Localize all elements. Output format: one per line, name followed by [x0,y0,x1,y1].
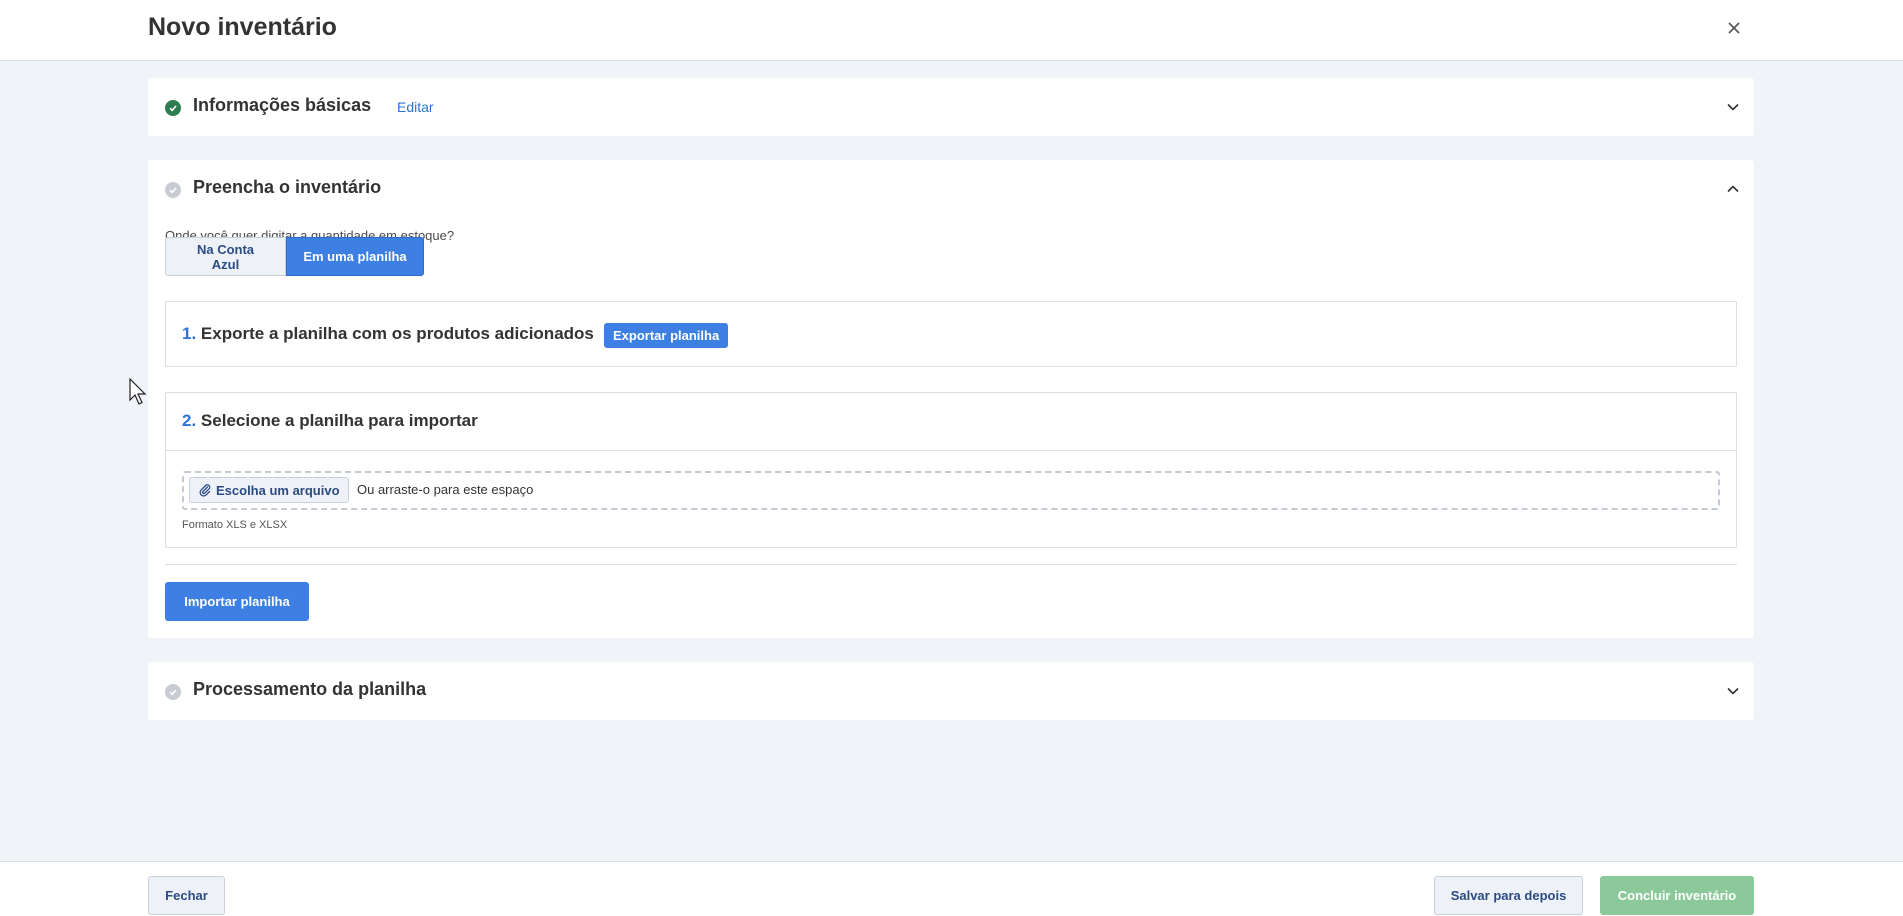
file-dropzone[interactable]: Escolha um arquivo Ou arraste-o para est… [182,471,1720,510]
edit-link[interactable]: Editar [397,99,434,115]
fill-inventory-panel: Preencha o inventário Onde você quer dig… [148,160,1754,638]
step-number: 1. [182,324,197,343]
close-button[interactable]: Fechar [148,876,225,915]
check-circle-icon [165,684,181,700]
check-circle-icon [165,100,181,116]
chevron-down-icon[interactable] [1724,682,1742,700]
fill-inventory-title: Preencha o inventário [193,177,382,197]
paperclip-icon [199,484,211,497]
processing-title: Processamento da planilha [193,679,427,699]
export-step-box: 1. Exporte a planilha com os produtos ad… [165,301,1737,367]
divider [166,450,1736,451]
option-conta-azul[interactable]: Na Conta Azul [165,237,286,276]
format-hint: Formato XLS e XLSX [182,519,288,531]
processing-header[interactable]: Processamento da planilha [148,662,1754,720]
export-step-title: 1. Exporte a planilha com os produtos ad… [182,324,594,344]
top-bar: Novo inventário [0,0,1903,61]
mouse-cursor-icon [129,378,147,405]
footer-bar: Fechar Salvar para depois Concluir inven… [0,861,1903,916]
step-text: Selecione a planilha para importar [200,411,478,430]
import-step-title: 2. Selecione a planilha para importar [182,411,478,431]
import-step-box: 2. Selecione a planilha para importar Es… [165,392,1737,548]
step-number: 2. [182,411,197,430]
fill-inventory-header[interactable]: Preencha o inventário [148,160,1754,218]
entry-mode-toggle: Na Conta Azul Em uma planilha [165,237,424,276]
close-icon[interactable] [1722,16,1746,40]
import-spreadsheet-button[interactable]: Importar planilha [165,582,309,621]
basic-info-title: Informações básicas [193,95,372,115]
save-for-later-button[interactable]: Salvar para depois [1434,876,1583,915]
option-planilha[interactable]: Em uma planilha [286,237,424,276]
export-spreadsheet-button[interactable]: Exportar planilha [604,323,729,348]
choose-file-label: Escolha um arquivo [216,482,340,498]
drop-hint: Ou arraste-o para este espaço [357,482,534,497]
check-circle-icon [165,182,181,198]
choose-file-button[interactable]: Escolha um arquivo [189,477,349,503]
chevron-up-icon[interactable] [1724,180,1742,198]
processing-panel: Processamento da planilha [148,662,1754,720]
step-text: Exporte a planilha com os produtos adici… [200,324,594,343]
conclude-inventory-button[interactable]: Concluir inventário [1600,876,1754,915]
divider [165,564,1737,565]
chevron-down-icon[interactable] [1724,98,1742,116]
basic-info-panel: Informações básicas Editar [148,78,1754,136]
basic-info-header[interactable]: Informações básicas Editar [148,78,1754,136]
page-title: Novo inventário [148,13,337,41]
